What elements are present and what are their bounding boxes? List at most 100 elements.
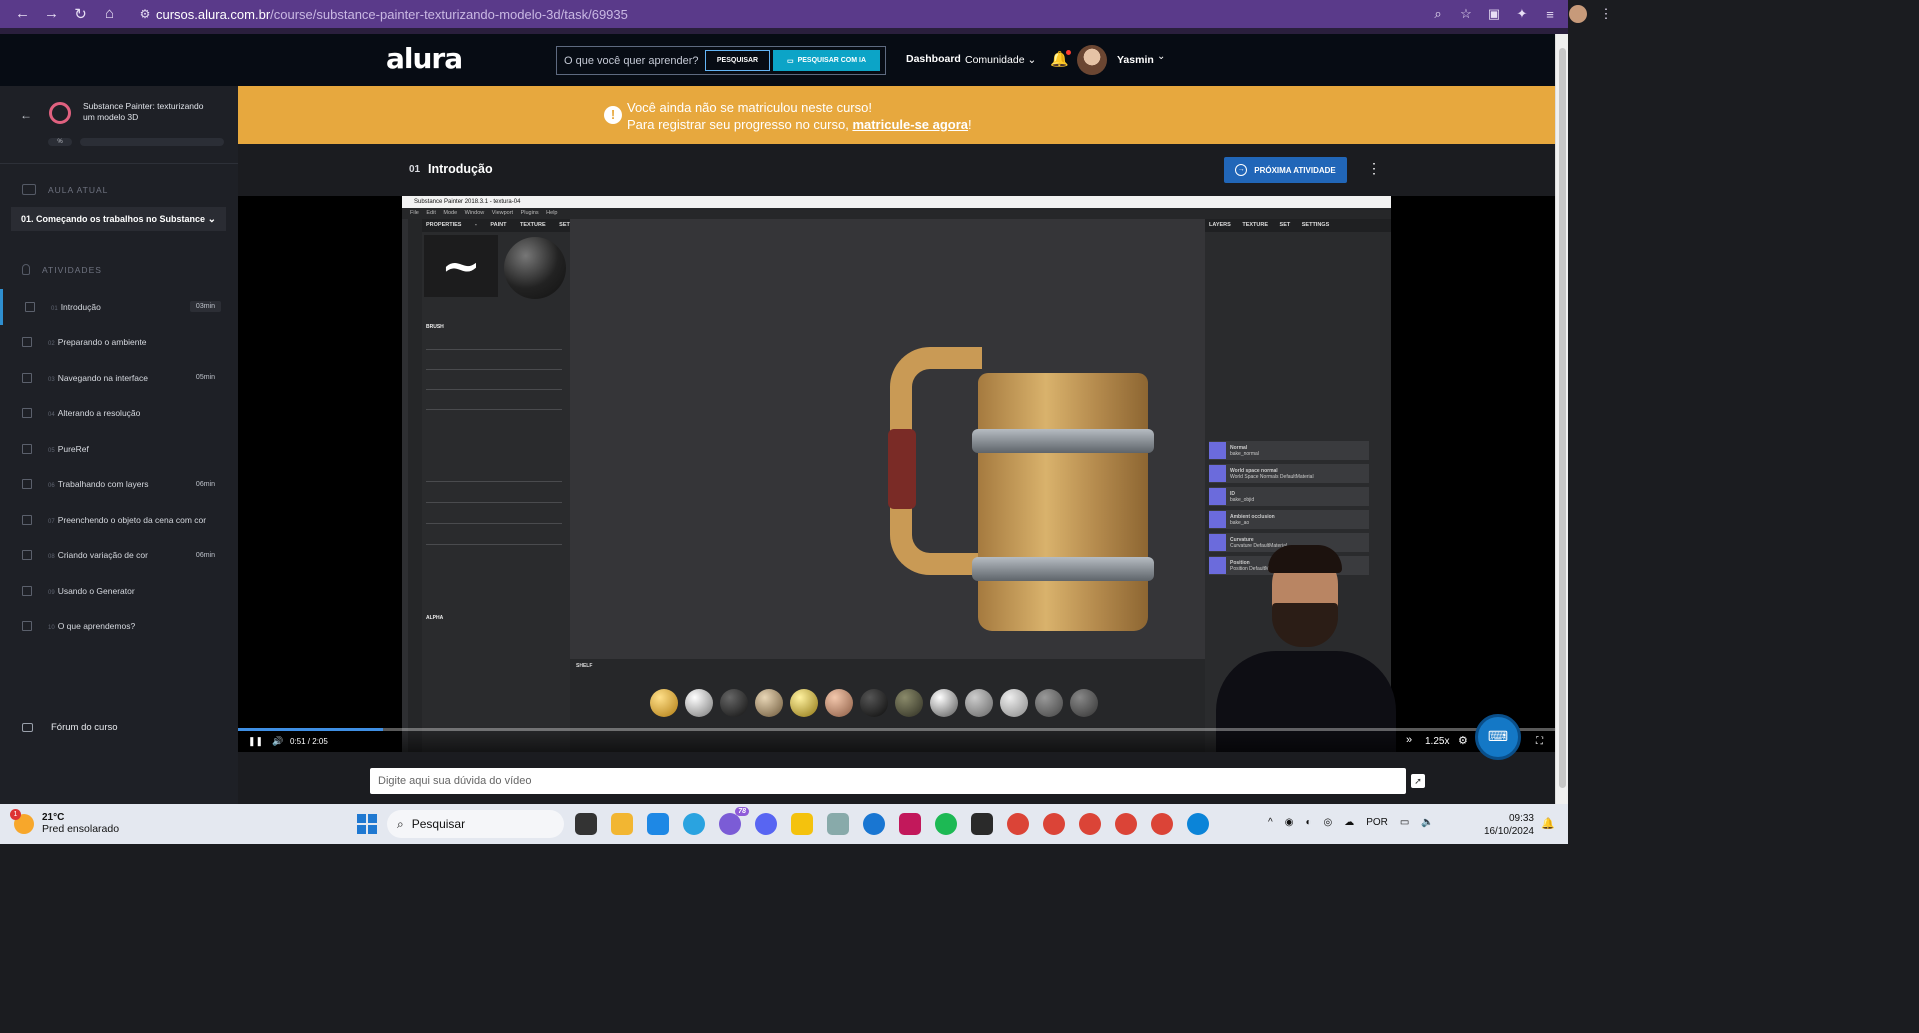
windows-start-icon[interactable] [357, 814, 377, 834]
nav-dashboard[interactable]: Dashboard [906, 53, 961, 65]
language-indicator[interactable]: POR [1366, 817, 1388, 828]
search-input[interactable]: O que você quer aprender? [557, 55, 705, 67]
app-icon[interactable] [575, 813, 597, 835]
video-progress-bar[interactable] [238, 728, 1555, 731]
store-icon[interactable] [647, 813, 669, 835]
app-icon[interactable] [971, 813, 993, 835]
address-bar[interactable]: ⚙ cursos.alura.com.br/course/substance-p… [134, 2, 1399, 26]
tray-icon[interactable]: ◐ [1305, 817, 1311, 828]
question-input[interactable]: Digite aqui sua dúvida do vídeo [370, 768, 1406, 794]
back-arrow-icon[interactable]: ← [20, 108, 32, 122]
user-name[interactable]: Yasmin [1117, 54, 1154, 66]
network-icon[interactable]: ▭ [1400, 817, 1409, 828]
activity-title: O que aprendemos? [57, 621, 136, 632]
spotify-icon[interactable] [935, 813, 957, 835]
activity-item[interactable]: 02 Preparando o ambiente [0, 325, 238, 361]
taskbar-search[interactable]: ⌕ Pesquisar [387, 810, 564, 838]
extension-icon[interactable]: ▣ [1485, 6, 1503, 22]
weather-widget[interactable]: 1 21°C Pred ensolarado [10, 808, 120, 835]
finance-icon[interactable] [791, 813, 813, 835]
video-player[interactable]: Substance Painter 2018.3.1 - textura-04 … [238, 196, 1555, 760]
clock[interactable]: 09:33 16/10/2024 [1480, 812, 1534, 838]
user-avatar[interactable] [1077, 45, 1107, 75]
notification-bell-icon[interactable]: 🔔 [1541, 817, 1555, 830]
site-settings-icon[interactable]: ⚙ [134, 7, 156, 21]
playback-speed[interactable]: 1.25x [1425, 736, 1449, 747]
page-scrollbar[interactable] [1555, 34, 1568, 804]
media-icon[interactable]: ≡ [1541, 7, 1559, 22]
forward-icon[interactable]: → [37, 5, 66, 23]
scrollbar-thumb[interactable] [1559, 48, 1566, 788]
activity-item[interactable]: 01 Introdução 03min [0, 289, 238, 325]
search-button[interactable]: PESQUISAR [705, 50, 770, 71]
more-options-icon[interactable]: ⋮ [1367, 160, 1381, 177]
next-activity-button[interactable]: → PRÓXIMA ATIVIDADE [1224, 157, 1347, 183]
fullscreen-icon[interactable]: ⛶ [1536, 736, 1543, 747]
weather-desc: Pred ensolarado [42, 823, 120, 835]
activity-item[interactable]: 08 Criando variação de cor 06min [0, 538, 238, 574]
skip-forward-icon[interactable]: » [1406, 734, 1412, 746]
lesson-selector[interactable]: 01. Começando os trabalhos no Substance ⌄ [11, 207, 226, 231]
ai-assistant-icon[interactable]: ⌨ [1475, 714, 1521, 760]
bookmark-star-icon[interactable]: ☆ [1457, 6, 1475, 22]
activity-type-icon [22, 621, 32, 632]
zoom-icon[interactable]: ⌕ [1429, 6, 1447, 22]
user-menu-chevron-icon[interactable]: ⌄ [1157, 51, 1165, 62]
activity-list: 01 Introdução 03min 02 Preparando o ambiente… [0, 289, 238, 644]
chat-icon: ▭ [786, 57, 794, 65]
pause-icon[interactable]: ❚❚ [248, 736, 263, 747]
activity-title: Criando variação de cor [57, 550, 148, 561]
enroll-link[interactable]: matricule-se agora [852, 117, 968, 132]
volume-icon[interactable]: 🔊 [272, 736, 283, 747]
activity-item[interactable]: 07 Preenchendo o objeto da cena com cor [0, 502, 238, 538]
activity-item[interactable]: 09 Usando o Generator [0, 573, 238, 609]
chrome-icon[interactable] [1079, 813, 1101, 835]
file-explorer-icon[interactable] [611, 813, 633, 835]
activity-duration: 06min [195, 551, 215, 559]
chevron-up-icon[interactable]: ^ [1268, 817, 1273, 828]
activity-label: 06 Trabalhando com layers [48, 479, 149, 489]
bell-icon[interactable]: 🔔 [1050, 50, 1071, 68]
tray-icon[interactable]: ◉ [1285, 817, 1294, 828]
menu-dots-icon[interactable]: ⋮ [1597, 6, 1615, 22]
app-title: Substance Painter 2018.3.1 - textura-04 [402, 196, 1391, 208]
nav-community[interactable]: Comunidade ⌄ [965, 54, 1036, 66]
alura-logo[interactable]: alura [386, 42, 463, 75]
activity-label: 08 Criando variação de cor [48, 550, 148, 560]
chrome-icon[interactable] [1007, 813, 1029, 835]
activity-number: 01 [51, 305, 58, 312]
activity-item[interactable]: 03 Navegando na interface 05min [0, 360, 238, 396]
send-question-icon[interactable]: ➚ [1411, 774, 1425, 788]
lesson-main: ! Você ainda não se matriculou neste cur… [238, 86, 1555, 804]
steam-icon[interactable]: ◎ [1323, 817, 1332, 828]
lesson-title: Introdução [428, 162, 493, 176]
chrome-icon[interactable] [1043, 813, 1065, 835]
cloud-icon[interactable]: ☁ [1344, 817, 1354, 828]
chrome-icon[interactable] [1115, 813, 1137, 835]
edge-icon[interactable] [1187, 813, 1209, 835]
activity-item[interactable]: 05 PureRef [0, 431, 238, 467]
back-icon[interactable]: ← [8, 5, 37, 23]
activity-item[interactable]: 10 O que aprendemos? [0, 609, 238, 645]
app-icon[interactable] [827, 813, 849, 835]
app-icon[interactable] [863, 813, 885, 835]
speaker-icon[interactable]: 🔈 [1421, 817, 1433, 828]
activity-item[interactable]: 04 Alterando a resolução [0, 396, 238, 432]
home-icon[interactable]: ⌂ [95, 5, 124, 23]
puzzle-icon[interactable]: ✦ [1513, 6, 1531, 22]
profile-avatar[interactable] [1569, 5, 1587, 23]
discord-icon[interactable]: 78 [719, 807, 749, 835]
activity-title: Alterando a resolução [57, 408, 141, 419]
activity-number: 10 [48, 625, 55, 632]
chat-app-icon[interactable] [755, 813, 777, 835]
activity-item[interactable]: 06 Trabalhando com layers 06min [0, 467, 238, 503]
forum-link[interactable]: Fórum do curso [22, 722, 118, 733]
telegram-icon[interactable] [683, 813, 705, 835]
chrome-icon[interactable] [1151, 813, 1173, 835]
reload-icon[interactable]: ↻ [66, 5, 95, 23]
settings-gear-icon[interactable]: ⚙ [1458, 734, 1468, 747]
search-ai-button[interactable]: ▭ PESQUISAR COM IA [773, 50, 880, 71]
video-time: 0:51 / 2:05 [290, 737, 328, 746]
app-icon[interactable] [899, 813, 921, 835]
course-title[interactable]: Substance Painter: texturizando um model… [83, 101, 213, 123]
